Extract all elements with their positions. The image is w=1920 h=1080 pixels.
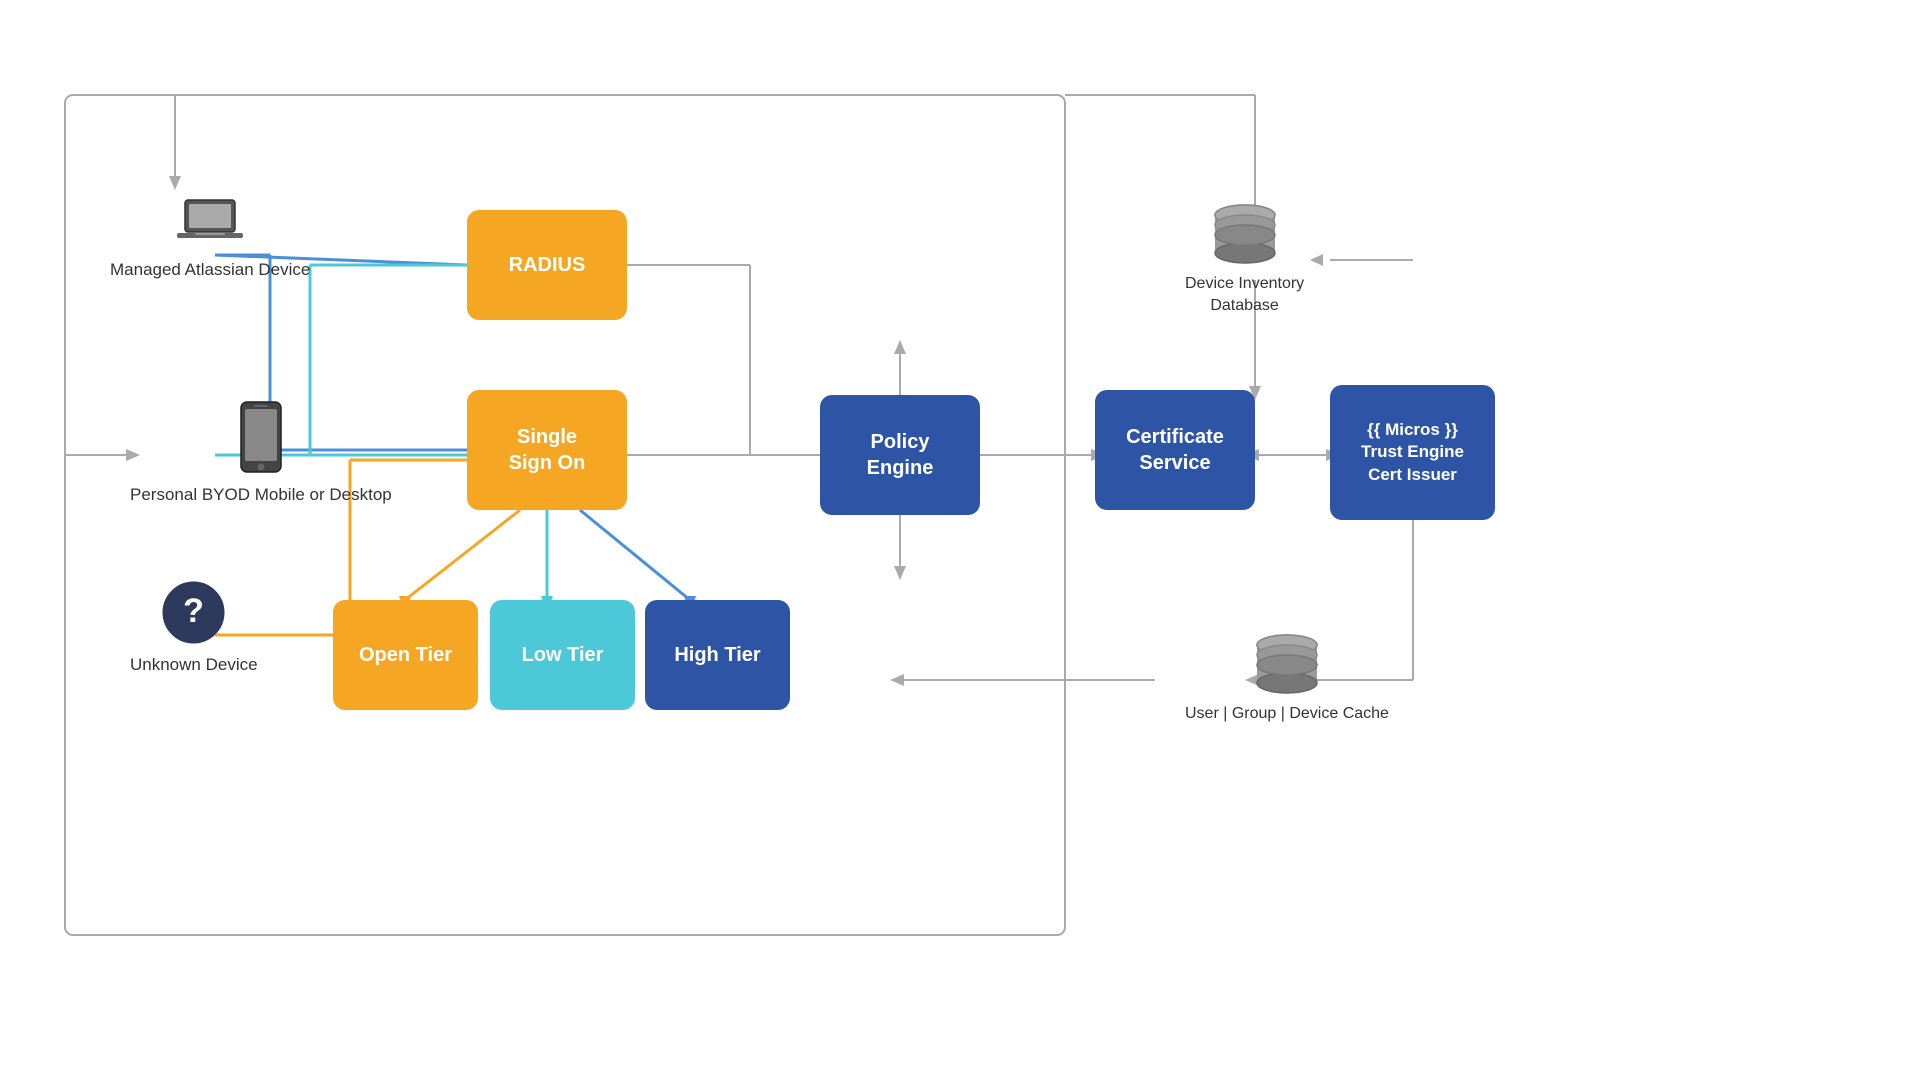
byod-device: Personal BYOD Mobile or Desktop (130, 400, 392, 507)
high-tier-node: High Tier (645, 600, 790, 710)
cache-label: User | Group | Device Cache (1185, 703, 1389, 725)
svg-text:?: ? (183, 592, 204, 630)
certificate-service-node: CertificateService (1095, 390, 1255, 510)
user-group-device-cache: User | Group | Device Cache (1185, 630, 1389, 725)
device-inventory-label: Device InventoryDatabase (1185, 273, 1304, 318)
managed-device: Managed Atlassian Device (110, 190, 310, 282)
unknown-device: ? Unknown Device (130, 580, 258, 677)
diagram: RADIUS SingleSign On Open Tier Low Tier … (0, 0, 1920, 1080)
radius-node: RADIUS (467, 210, 627, 320)
policy-engine-node: PolicyEngine (820, 395, 980, 515)
low-tier-node: Low Tier (490, 600, 635, 710)
device-inventory-db: Device InventoryDatabase (1185, 200, 1304, 318)
sso-node: SingleSign On (467, 390, 627, 510)
open-tier-node: Open Tier (333, 600, 478, 710)
connection-lines (0, 0, 1920, 1080)
trust-engine-node: {{ Micros }}Trust EngineCert Issuer (1330, 385, 1495, 520)
